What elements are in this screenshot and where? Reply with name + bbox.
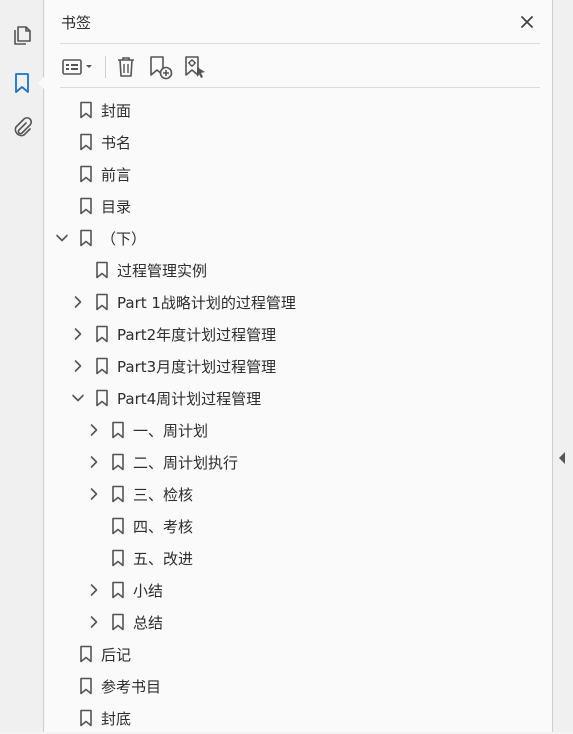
chevron-right-icon[interactable] (87, 615, 101, 629)
close-icon (521, 16, 533, 28)
bookmark-row[interactable]: 一、周计划 (45, 414, 545, 446)
bookmark-row[interactable]: 总结 (45, 606, 545, 638)
chevron-right-icon[interactable] (87, 487, 101, 501)
bookmark-label: （下） (101, 230, 147, 248)
bookmark-label: 过程管理实例 (117, 262, 208, 280)
bookmark-icon (95, 357, 109, 375)
bookmark-label: 后记 (101, 646, 132, 664)
panel-header: 书签 (60, 0, 540, 44)
bookmark-label: 小结 (133, 582, 164, 600)
new-bookmark-button[interactable] (146, 52, 176, 82)
bookmark-row[interactable]: 过程管理实例 (45, 254, 545, 286)
bookmark-label: Part3月度计划过程管理 (117, 358, 277, 376)
bookmark-icon (79, 677, 93, 695)
bookmark-row[interactable]: 目录 (45, 190, 545, 222)
bookmark-row[interactable]: 封面 (45, 94, 545, 126)
bookmark-label: 总结 (133, 614, 164, 632)
chevron-down-icon[interactable] (71, 391, 85, 405)
bookmarks-toolbar (60, 48, 540, 86)
bookmark-row[interactable]: （下） (45, 222, 545, 254)
bookmark-label: 前言 (101, 166, 132, 184)
bookmark-row[interactable]: 四、考核 (45, 510, 545, 542)
pages-icon (14, 26, 31, 45)
bookmark-row[interactable]: 书名 (45, 126, 545, 158)
chevron-right-icon[interactable] (71, 295, 85, 309)
bookmark-label: 书名 (101, 134, 132, 152)
toolbar-separator (105, 56, 106, 78)
bookmark-row[interactable]: 小结 (45, 574, 545, 606)
bookmark-icon (111, 613, 125, 631)
bookmark-label: 目录 (101, 198, 132, 216)
options-menu-icon (62, 59, 92, 75)
bookmark-row[interactable]: 后记 (45, 638, 545, 670)
new-bookmark-from-structure-button[interactable] (180, 52, 210, 82)
bookmark-row[interactable]: Part4周计划过程管理 (45, 382, 545, 414)
chevron-right-icon[interactable] (87, 423, 101, 437)
bookmark-icon (95, 293, 109, 311)
chevron-down-icon[interactable] (55, 231, 69, 245)
bookmark-label: Part 1战略计划的过程管理 (117, 294, 296, 312)
bookmark-icon (79, 133, 93, 151)
close-button[interactable] (516, 11, 538, 33)
bookmark-icon (79, 165, 93, 183)
bookmark-icon (95, 325, 109, 343)
delete-bookmark-button[interactable] (112, 52, 140, 82)
bookmark-label: 封面 (101, 102, 132, 120)
bookmark-icon (95, 261, 109, 279)
bookmark-label: 三、检核 (133, 486, 194, 504)
collapse-panel-arrow-icon[interactable] (559, 452, 565, 464)
bookmark-label: 四、考核 (133, 518, 194, 536)
bookmark-icon (79, 709, 93, 727)
bookmark-icon (111, 549, 125, 567)
bookmark-icon (79, 197, 93, 215)
pages-button[interactable] (9, 22, 35, 48)
bookmark-label: 五、改进 (133, 550, 194, 568)
new-bookmark-from-structure-icon (185, 56, 205, 78)
bookmark-row[interactable]: Part3月度计划过程管理 (45, 350, 545, 382)
new-bookmark-icon (150, 56, 173, 80)
bookmark-label: 二、周计划执行 (133, 454, 239, 472)
bookmark-icon (79, 101, 93, 119)
bookmark-row[interactable]: Part2年度计划过程管理 (45, 318, 545, 350)
bookmark-icon (111, 517, 125, 535)
attachment-icon (14, 116, 33, 137)
panel-title: 书签 (61, 14, 92, 32)
active-tab-indicator (38, 76, 45, 90)
attachments-button[interactable] (9, 115, 35, 141)
bookmark-row[interactable]: 二、周计划执行 (45, 446, 545, 478)
chevron-right-icon[interactable] (71, 327, 85, 341)
bookmark-icon (111, 581, 125, 599)
bookmark-label: 封底 (101, 710, 132, 728)
bookmarks-panel: 书签 封面 书名 前言 目录 （下） 过程管理实例 Part 1战略计划的过程管… (45, 0, 553, 732)
chevron-right-icon[interactable] (87, 583, 101, 597)
right-panel-strip (553, 0, 573, 732)
bookmark-icon (111, 453, 125, 471)
bookmark-row[interactable]: 五、改进 (45, 542, 545, 574)
chevron-right-icon[interactable] (71, 359, 85, 373)
bookmark-icon (111, 485, 125, 503)
bookmark-row[interactable]: 前言 (45, 158, 545, 190)
bookmark-label: Part2年度计划过程管理 (117, 326, 277, 344)
bookmark-label: 一、周计划 (133, 422, 209, 440)
header-divider (60, 43, 540, 44)
bookmark-icon (79, 229, 93, 247)
bookmark-row[interactable]: 三、检核 (45, 478, 545, 510)
bookmark-icon (111, 421, 125, 439)
bookmarks-button[interactable] (9, 70, 35, 96)
bookmark-label: Part4周计划过程管理 (117, 390, 262, 408)
bookmark-label: 参考书目 (101, 678, 162, 696)
toolbar-divider (60, 87, 540, 88)
bookmark-icon (79, 645, 93, 663)
bookmark-row[interactable]: 参考书目 (45, 670, 545, 702)
delete-icon (118, 57, 134, 77)
chevron-right-icon[interactable] (87, 455, 101, 469)
bookmark-icon (95, 389, 109, 407)
options-menu-button[interactable] (60, 52, 98, 82)
bookmark-icon (15, 73, 29, 93)
bookmark-row[interactable]: Part 1战略计划的过程管理 (45, 286, 545, 318)
bookmark-row[interactable]: 封底 (45, 702, 545, 734)
left-navigation-rail (0, 0, 45, 732)
